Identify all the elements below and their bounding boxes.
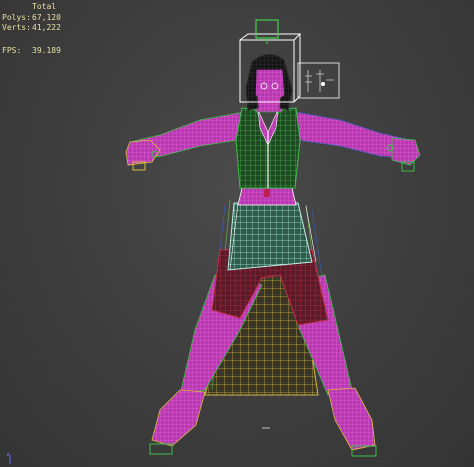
axis-z-label: z: [7, 452, 10, 458]
bone-helper-gizmo[interactable]: [297, 62, 340, 99]
shirt-mesh[interactable]: [235, 107, 301, 189]
waist-mesh[interactable]: [237, 187, 297, 206]
3d-viewport[interactable]: Total Polys: 67,120 Verts: 41,222 FPS: 3…: [0, 0, 474, 467]
left-arm[interactable]: [125, 111, 245, 171]
character-wireframe-model[interactable]: [0, 0, 474, 467]
axis-gizmo-icon: z: [7, 452, 11, 464]
right-arm[interactable]: [295, 111, 421, 172]
skirt-mesh[interactable]: [227, 202, 317, 271]
